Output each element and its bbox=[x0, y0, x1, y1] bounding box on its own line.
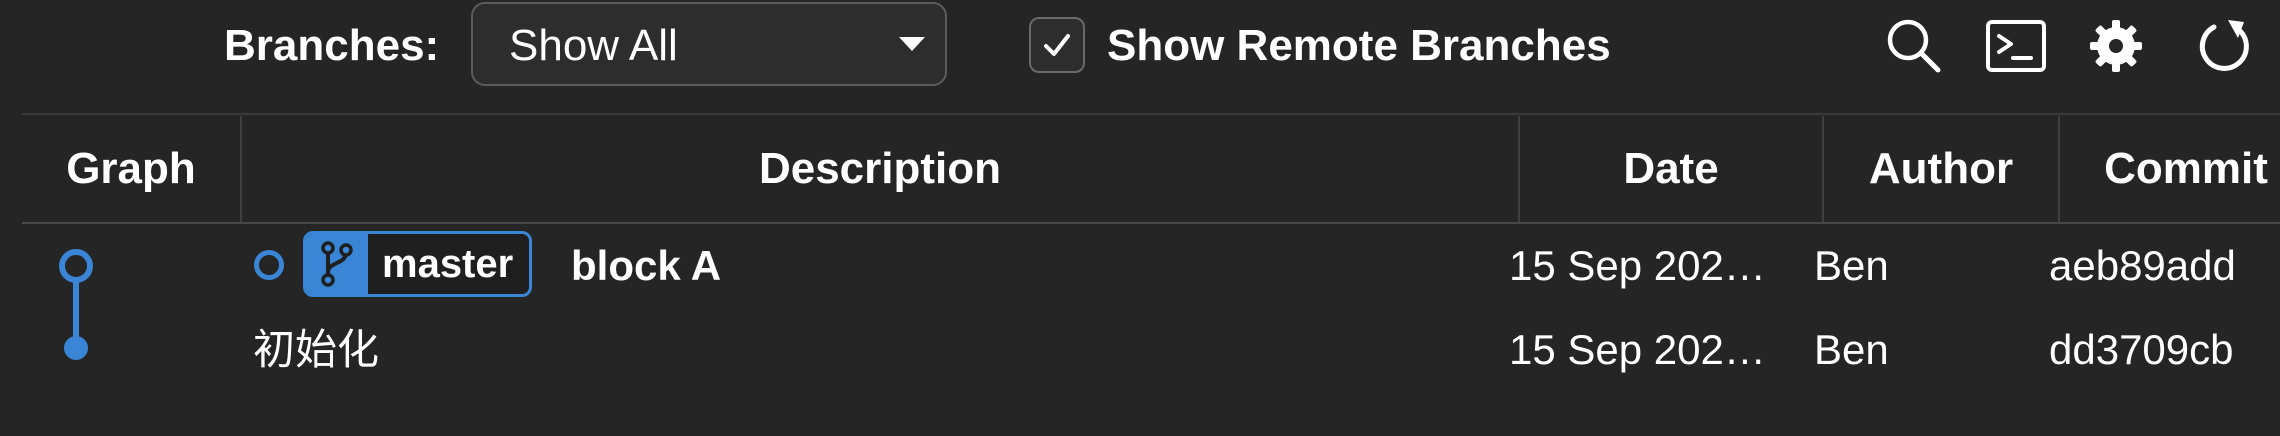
column-header-author[interactable]: Author bbox=[1824, 116, 2058, 222]
search-icon bbox=[1887, 19, 1941, 73]
toolbar: Branches: Show All Show Remote Branches bbox=[0, 0, 2280, 115]
terminal-icon bbox=[1986, 20, 2046, 72]
branch-select[interactable]: Show All bbox=[471, 2, 947, 86]
branch-tag-label: master bbox=[382, 242, 514, 286]
branch-select-value: Show All bbox=[509, 21, 678, 70]
head-marker-icon bbox=[254, 250, 284, 280]
commit-description: 初始化 bbox=[253, 326, 380, 373]
show-remote-checkbox[interactable] bbox=[1029, 17, 1085, 73]
column-header-date[interactable]: Date bbox=[1520, 116, 1822, 222]
settings-button[interactable] bbox=[2084, 14, 2148, 78]
refresh-button[interactable] bbox=[2192, 14, 2256, 78]
column-header-description[interactable]: Description bbox=[242, 116, 1518, 222]
search-button[interactable] bbox=[1882, 14, 1946, 78]
commit-date: 15 Sep 202… bbox=[1509, 242, 1766, 289]
refresh-icon bbox=[2199, 20, 2249, 71]
commit-hash: aeb89add bbox=[2049, 242, 2236, 289]
table-header: Graph Description Date Author Commit bbox=[22, 116, 2280, 224]
branch-icon bbox=[306, 234, 368, 294]
terminal-button[interactable] bbox=[1984, 14, 2048, 78]
show-remote-label[interactable]: Show Remote Branches bbox=[1107, 20, 1611, 72]
chevron-down-icon bbox=[899, 37, 925, 51]
branch-tag[interactable]: master bbox=[303, 231, 533, 297]
commit-description: block A bbox=[571, 242, 722, 289]
column-header-commit[interactable]: Commit bbox=[2060, 116, 2280, 222]
commit-author: Ben bbox=[1814, 326, 1889, 373]
toolbar-divider bbox=[22, 113, 2280, 115]
gear-icon bbox=[2090, 20, 2142, 72]
checkmark-icon bbox=[1044, 34, 1070, 56]
table-row[interactable]: 初始化 15 Sep 202… Ben dd3709cb bbox=[0, 308, 2280, 392]
branches-label: Branches: bbox=[224, 21, 440, 70]
column-header-graph[interactable]: Graph bbox=[22, 116, 240, 222]
commit-hash: dd3709cb bbox=[2049, 326, 2234, 373]
commit-author: Ben bbox=[1814, 242, 1889, 289]
commit-date: 15 Sep 202… bbox=[1509, 326, 1766, 373]
